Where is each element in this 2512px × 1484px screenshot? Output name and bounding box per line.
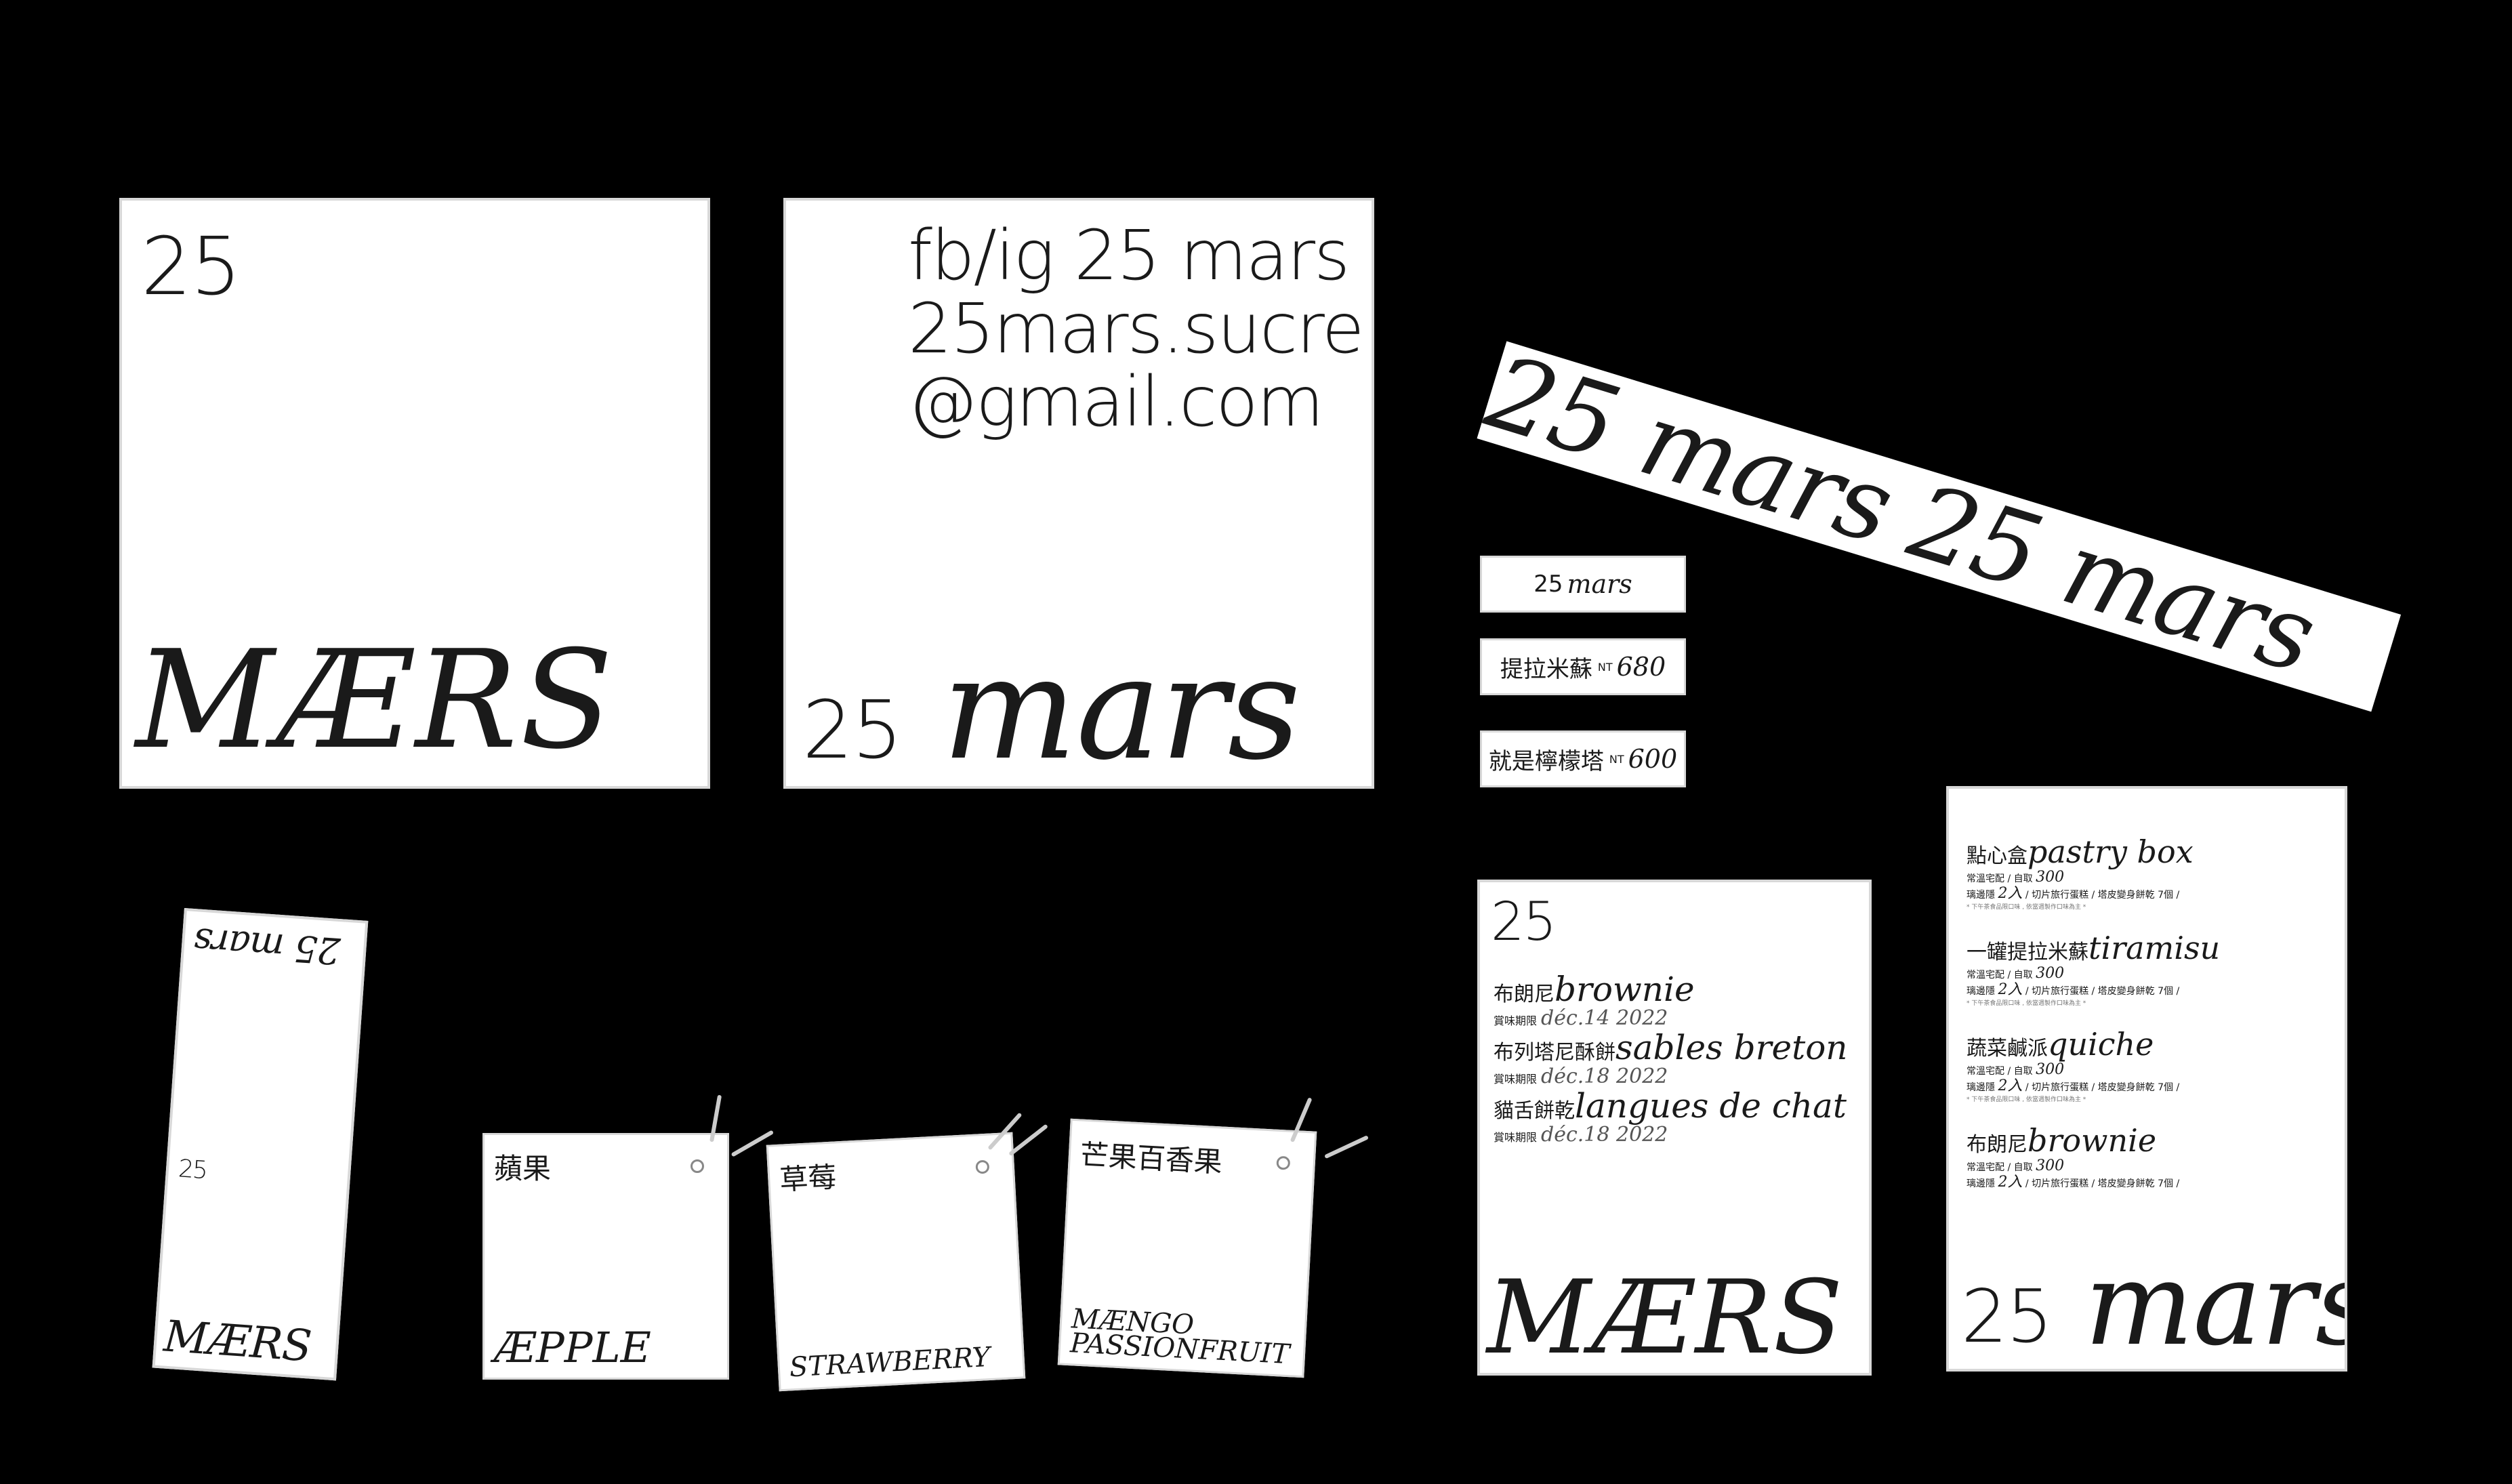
contact-line-email-domain: @gmail.com [908,362,1324,442]
pastry-item: 一罐提拉米蘇tiramisu 常溫宅配 / 自取 300 璃邊隱 2入 / 切片… [1967,930,2220,1008]
menu-number: 25 [1491,892,1557,953]
tag-en: ÆPPLE [494,1323,651,1372]
contact-card: fb/ig 25 mars 25mars.sucre @gmail.com 25… [783,198,1374,789]
tag-zh: 草莓 [779,1160,838,1197]
brand-number: 25 [802,683,903,777]
tag-en: MÆNGO PASSIONFRUIT [1069,1303,1291,1370]
pastry-price: 300 [2036,1157,2065,1174]
menu-item-zh: 布列塔尼酥餅 [1494,1041,1615,1065]
label-price: 600 [1628,744,1678,774]
tag-hole-icon [691,1159,704,1173]
expiry-date: déc.18 2022 [1541,1122,1668,1147]
menu-item-en: sables breton [1615,1028,1848,1067]
contact-line-email-user: 25mars.sucre [908,289,1364,369]
pastry-item-delivery: 常溫宅配 / 自取 300 [1967,869,2065,886]
menu-item: 貓舌餅乾langues de chat [1494,1088,1848,1124]
pastry-item-note: * 下午茶食品限口味 , 依當週製作口味為主 * [1967,1000,2086,1007]
pastry-brand-word: mars [2084,1237,2347,1372]
label-price: 680 [1616,652,1666,682]
menu-wordmark: MÆRS [1487,1259,1845,1376]
tag-string [1008,1124,1048,1157]
tag-string [1324,1135,1370,1159]
pastry-item-zh: 布朗尼 [1967,1133,2027,1157]
menu-item-expiry: 賞味期限 déc.18 2022 [1494,1124,1848,1146]
pastry-items: 點心盒pastry box 常溫宅配 / 自取 300 璃邊隱 2入 / 切片旅… [1967,833,2220,1209]
bookmark-wordmark: MÆRS [162,1311,313,1372]
tag-strawberry: 草莓 STRAWBERRY [766,1112,1048,1392]
pastry-item-contents: 璃邊隱 2入 / 切片旅行蛋糕 / 塔皮變身餅乾 7個 / [1967,981,2180,998]
label-lemon-tart: 就是檸檬塔 NT 600 [1480,730,1686,787]
menu-card: 25 布朗尼brownie 賞味期限 déc.14 2022 布列塔尼酥餅sabl… [1477,880,1872,1376]
pastry-price: 300 [2036,965,2065,982]
label-currency: NT [1597,660,1613,674]
card-wordmark: MÆRS [136,621,616,779]
pastry-item-contents: 璃邊隱 2入 / 切片旅行蛋糕 / 塔皮變身餅乾 7個 / [1967,1077,2180,1094]
brand-word: mars [942,625,1300,789]
expiry-date: déc.14 2022 [1541,1006,1668,1030]
contact-line-social: fb/ig 25 mars [908,215,1350,296]
pastry-item: 布朗尼brownie 常溫宅配 / 自取 300 璃邊隱 2入 / 切片旅行蛋糕… [1967,1122,2220,1191]
banner-text-2: 25 mars [1897,462,2328,697]
label-brand: 25 mars [1480,556,1686,613]
label-zh: 提拉米蘇 [1500,655,1592,683]
label-zh: 25 [1533,571,1563,598]
tag-string [709,1094,722,1142]
pastry-item-zh: 一罐提拉米蘇 [1967,941,2088,964]
expiry-label: 賞味期限 [1494,1130,1538,1144]
menu-items: 布朗尼brownie 賞味期限 déc.14 2022 布列塔尼酥餅sables … [1494,972,1848,1147]
bookmark-number: 25 [177,1155,208,1185]
pastry-item-note: * 下午茶食品限口味 , 依當週製作口味為主 * [1967,1096,2086,1103]
tag-en: STRAWBERRY [788,1341,991,1384]
pastry-item-en: pastry box [2027,833,2194,870]
card-number: 25 [141,220,241,313]
pastry-item-zh: 點心盒 [1967,844,2027,868]
tag-zh: 蘋果 [494,1152,552,1185]
label-zh: 就是檸檬塔 [1488,747,1604,775]
tag-hole-icon [1276,1155,1291,1170]
expiry-date: déc.18 2022 [1541,1064,1668,1088]
tag-zh: 芒果百香果 [1079,1138,1224,1179]
tag-string [987,1112,1023,1151]
pastry-item-en: tiramisu [2088,930,2221,966]
menu-item: 布列塔尼酥餅sables breton [1494,1030,1848,1066]
pastry-item-delivery: 常溫宅配 / 自取 300 [1967,1061,2065,1078]
bookmark-top-word: 25 mars [192,920,342,973]
brand-card-mars: 25 MÆRS [119,198,710,789]
menu-item-en: brownie [1554,970,1695,1009]
pastry-menu-card: 點心盒pastry box 常溫宅配 / 自取 300 璃邊隱 2入 / 切片旅… [1946,786,2347,1372]
label-currency: NT [1609,752,1624,766]
pastry-item-delivery: 常溫宅配 / 自取 300 [1967,965,2065,982]
menu-item-expiry: 賞味期限 déc.18 2022 [1494,1064,1848,1088]
pastry-item-note: * 下午茶食品限口味 , 依當週製作口味為主 * [1967,904,2086,911]
tag-hole-icon [975,1159,990,1174]
pastry-item-en: brownie [2027,1122,2157,1159]
label-en: mars [1567,569,1632,599]
pastry-item-contents: 璃邊隱 2入 / 切片旅行蛋糕 / 塔皮變身餅乾 7個 / [1967,1174,2180,1191]
label-tiramisu: 提拉米蘇 NT 680 [1480,638,1686,695]
menu-item: 布朗尼brownie [1494,972,1848,1008]
tag-apple: 蘋果 ÆPPLE [482,1094,775,1380]
expiry-label: 賞味期限 [1494,1072,1538,1086]
pastry-item: 蔬菜鹹派quiche 常溫宅配 / 自取 300 璃邊隱 2入 / 切片旅行蛋糕… [1967,1026,2220,1105]
contact-text: fb/ig 25 mars 25mars.sucre @gmail.com [908,215,1364,442]
pastry-item-delivery: 常溫宅配 / 自取 300 [1967,1157,2065,1174]
pastry-item-contents: 璃邊隱 2入 / 切片旅行蛋糕 / 塔皮變身餅乾 7個 / [1967,885,2180,902]
pastry-item-zh: 蔬菜鹹派 [1967,1037,2048,1060]
expiry-label: 賞味期限 [1494,1014,1538,1027]
pastry-price: 300 [2036,1061,2065,1078]
tag-mango: 芒果百香果 MÆNGO PASSIONFRUIT [1057,1097,1370,1378]
tag-string [1290,1097,1313,1143]
bookmark-card: 25 mars 25 MÆRS [152,908,369,1381]
menu-item-zh: 貓舌餅乾 [1494,1099,1575,1123]
menu-item-zh: 布朗尼 [1494,983,1554,1006]
pastry-item: 點心盒pastry box 常溫宅配 / 自取 300 璃邊隱 2入 / 切片旅… [1967,833,2220,912]
pastry-item-en: quiche [2048,1026,2154,1063]
pastry-brand-number: 25 [1961,1275,2053,1359]
menu-item-en: langues de chat [1575,1086,1847,1126]
pastry-price: 300 [2036,869,2065,886]
menu-item-expiry: 賞味期限 déc.14 2022 [1494,1006,1848,1030]
banner-text-1: 25 mars [1477,341,1906,568]
